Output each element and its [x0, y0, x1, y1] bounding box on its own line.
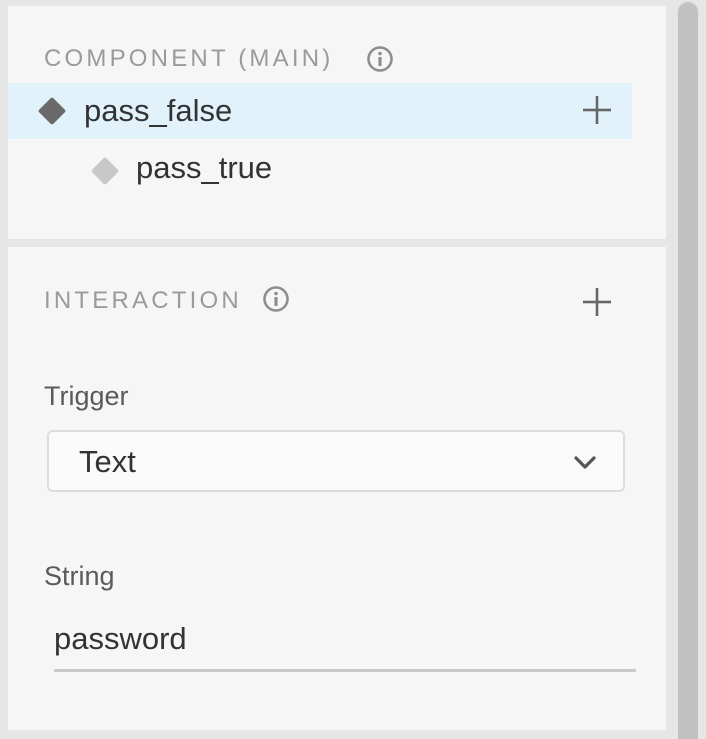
- string-label: String: [44, 561, 115, 591]
- properties-panel: COMPONENT (MAIN) pass_false pass_true IN…: [0, 0, 706, 739]
- diamond-filled-icon: [38, 97, 66, 125]
- component-panel: COMPONENT (MAIN) pass_false pass_true: [8, 6, 666, 239]
- trigger-label: Trigger: [44, 381, 129, 411]
- add-interaction-plus-icon[interactable]: [580, 285, 614, 319]
- component-item-label: pass_false: [84, 93, 233, 128]
- diamond-light-icon: [91, 157, 119, 185]
- interaction-panel: INTERACTION Trigger Text String password: [8, 247, 666, 730]
- scrollbar-thumb[interactable]: [678, 2, 698, 739]
- info-icon[interactable]: [262, 285, 290, 313]
- trigger-select-value: Text: [79, 444, 136, 479]
- component-item-label: pass_true: [136, 150, 273, 185]
- component-item-pass-true[interactable]: pass_true: [8, 140, 632, 196]
- add-state-plus-icon[interactable]: [580, 93, 614, 127]
- string-input[interactable]: password: [54, 613, 636, 672]
- interaction-section-title: INTERACTION: [44, 287, 242, 314]
- chevron-down-icon: [574, 456, 596, 469]
- component-section-title: COMPONENT (MAIN): [44, 45, 334, 72]
- info-icon[interactable]: [366, 45, 394, 73]
- trigger-select[interactable]: Text: [47, 430, 625, 492]
- component-item-pass-false[interactable]: pass_false: [8, 83, 632, 139]
- string-input-value: password: [54, 621, 187, 656]
